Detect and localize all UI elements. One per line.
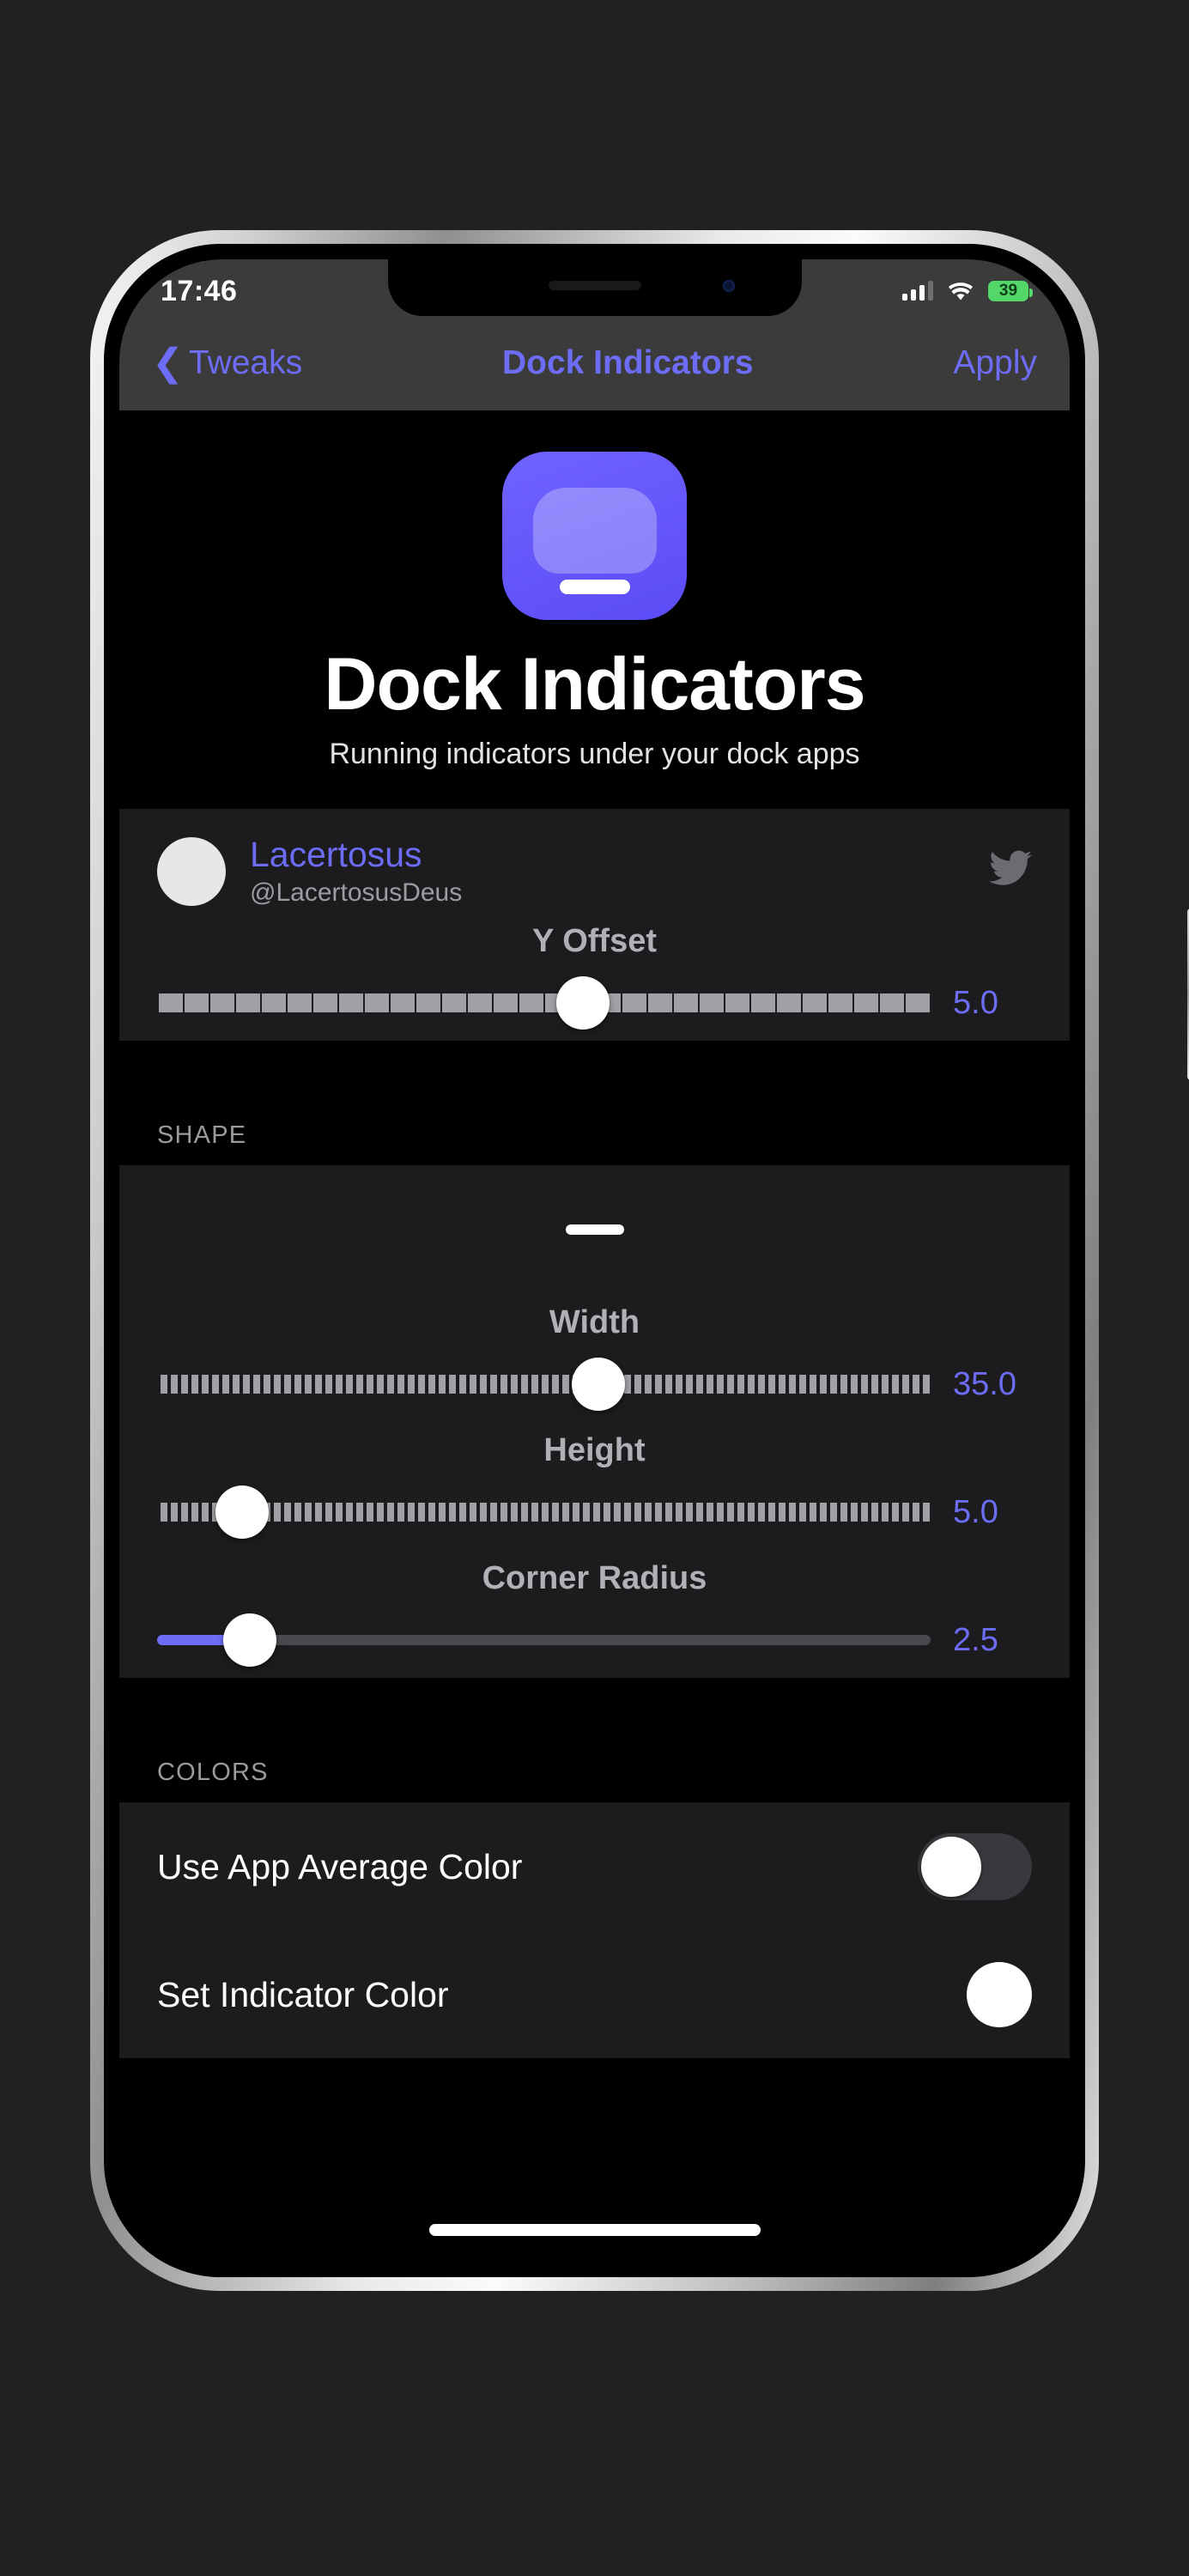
indicator-color-swatch[interactable] xyxy=(967,1962,1032,2028)
set-indicator-color-label: Set Indicator Color xyxy=(157,1974,449,2014)
tweak-subtitle: Running indicators under your dock apps xyxy=(329,738,860,770)
developer-avatar xyxy=(157,836,226,906)
corner-radius-slider[interactable] xyxy=(157,1613,931,1668)
section-spacer xyxy=(119,1678,1070,1734)
colors-section-header: COLORS xyxy=(119,1733,1070,1803)
use-app-average-color-row[interactable]: Use App Average Color xyxy=(119,1802,1070,1931)
status-bar-indicators: 39 xyxy=(902,281,1033,301)
phone-screen: 17:46 39 ❮ Tweaks Dock Indicators Apply … xyxy=(119,259,1070,2262)
width-value: 35.0 xyxy=(953,1365,1016,1402)
front-camera-icon xyxy=(722,280,735,292)
width-label: Width xyxy=(549,1304,640,1341)
cellular-signal-icon xyxy=(902,281,933,301)
back-button[interactable]: ❮ Tweaks xyxy=(152,344,302,382)
battery-percent-label: 39 xyxy=(998,282,1018,300)
width-slider-row: Width 35.0 xyxy=(119,1294,1070,1422)
wifi-icon xyxy=(949,282,973,300)
phone-bezel: 17:46 39 ❮ Tweaks Dock Indicators Apply … xyxy=(104,244,1085,2277)
toggle-knob xyxy=(921,1837,981,1898)
use-app-average-color-toggle[interactable] xyxy=(918,1833,1032,1901)
height-label: Height xyxy=(543,1432,646,1469)
twitter-icon[interactable] xyxy=(989,850,1032,892)
indicator-shape-preview xyxy=(119,1165,1070,1294)
width-slider-ticks xyxy=(157,1375,931,1394)
y-offset-slider-row: Y Offset 5.0 xyxy=(119,913,1070,1041)
credits-and-offset-card: Lacertosus @LacertosusDeus Y Offset 5.0 xyxy=(119,809,1070,1042)
developer-name[interactable]: Lacertosus xyxy=(250,835,965,875)
page-title: Dock Indicators xyxy=(501,344,754,381)
height-slider-thumb[interactable] xyxy=(215,1485,270,1540)
tweak-title: Dock Indicators xyxy=(324,643,865,726)
set-indicator-color-row[interactable]: Set Indicator Color xyxy=(119,1931,1070,2058)
app-icon-inner-shape xyxy=(532,488,657,574)
y-offset-slider-thumb[interactable] xyxy=(555,976,610,1030)
shape-card: Width 35.0 Height 5.0 Corner Radius 2.5 xyxy=(119,1165,1070,1679)
shape-section-header: SHAPE xyxy=(119,1096,1070,1166)
height-value: 5.0 xyxy=(953,1493,998,1530)
use-app-average-color-label: Use App Average Color xyxy=(157,1846,523,1886)
y-offset-slider-ticks xyxy=(157,993,931,1013)
height-slider-row: Height 5.0 xyxy=(119,1422,1070,1550)
corner-radius-label: Corner Radius xyxy=(482,1560,707,1597)
developer-credit-row[interactable]: Lacertosus @LacertosusDeus xyxy=(119,809,1070,913)
earpiece-speaker xyxy=(548,281,641,290)
developer-handle: @LacertosusDeus xyxy=(250,878,463,908)
height-slider-ticks xyxy=(157,1503,931,1522)
app-icon-indicator-pill xyxy=(559,580,630,594)
corner-radius-value: 2.5 xyxy=(953,1621,998,1658)
width-slider[interactable] xyxy=(157,1358,931,1412)
indicator-preview-pill xyxy=(565,1224,624,1236)
section-spacer xyxy=(119,1041,1070,1097)
colors-card: Use App Average Color Set Indicator Colo… xyxy=(119,1802,1070,2059)
y-offset-slider[interactable] xyxy=(157,976,931,1030)
tweak-header: Dock Indicators Running indicators under… xyxy=(119,410,1070,809)
display-notch xyxy=(387,259,802,316)
corner-radius-slider-row: Corner Radius 2.5 xyxy=(119,1550,1070,1678)
battery-icon: 39 xyxy=(988,281,1033,301)
height-slider[interactable] xyxy=(157,1485,931,1540)
developer-credit-texts: Lacertosus @LacertosusDeus xyxy=(250,835,965,908)
y-offset-label: Y Offset xyxy=(531,923,657,960)
chevron-left-icon: ❮ xyxy=(152,342,184,384)
y-offset-value: 5.0 xyxy=(953,984,998,1021)
corner-radius-slider-thumb[interactable] xyxy=(223,1613,277,1668)
navigation-bar: ❮ Tweaks Dock Indicators Apply xyxy=(119,316,1070,410)
status-bar-time: 17:46 xyxy=(161,274,238,307)
dock-indicators-app-icon xyxy=(502,452,687,620)
width-slider-thumb[interactable] xyxy=(571,1358,625,1412)
back-button-label: Tweaks xyxy=(188,344,303,381)
phone-device-frame: 17:46 39 ❮ Tweaks Dock Indicators Apply … xyxy=(90,230,1189,2291)
settings-scroll-view[interactable]: Dock Indicators Running indicators under… xyxy=(119,410,1070,2262)
home-indicator[interactable] xyxy=(428,2224,761,2236)
apply-button[interactable]: Apply xyxy=(953,344,1037,382)
